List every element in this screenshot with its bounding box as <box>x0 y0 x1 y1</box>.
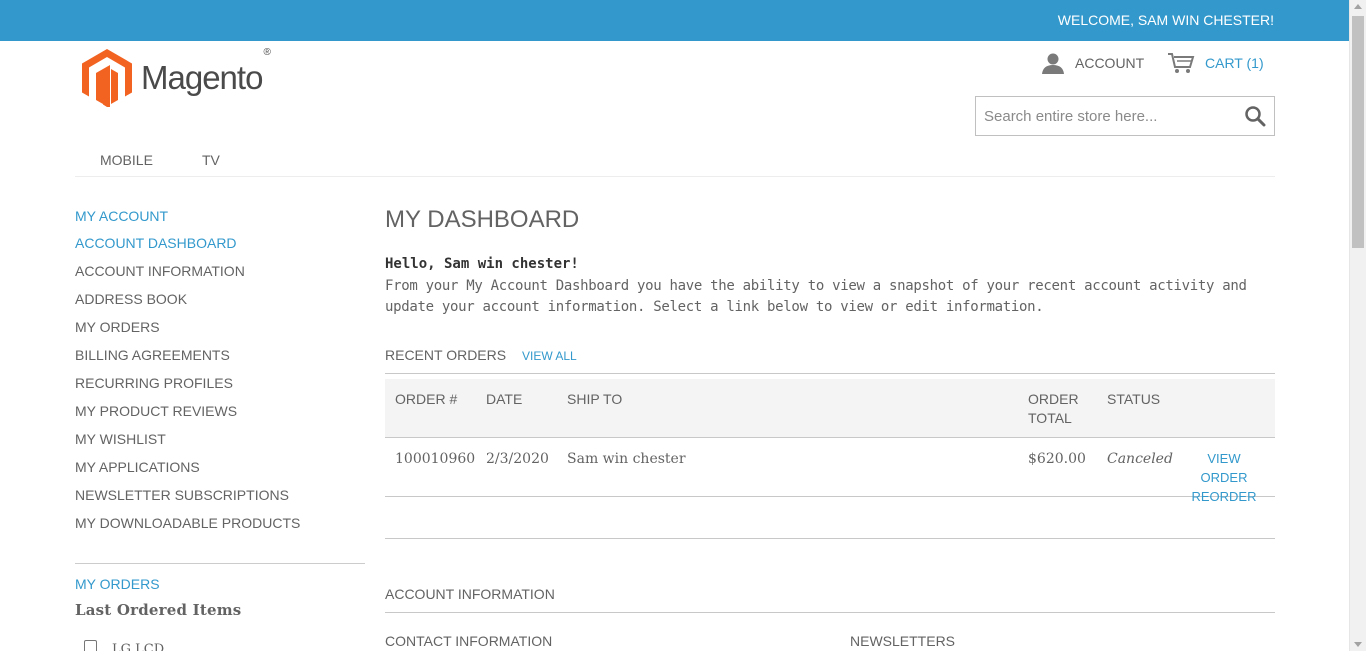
sidebar-item-wishlist[interactable]: MY WISHLIST <box>75 431 365 459</box>
account-sidebar: MY ACCOUNT ACCOUNT DASHBOARD ACCOUNT INF… <box>75 208 365 543</box>
view-all-orders-link[interactable]: VIEW ALL <box>522 349 577 363</box>
sidebar-title: MY ACCOUNT <box>75 208 169 224</box>
page-scrollbar[interactable] <box>1349 0 1366 651</box>
cart-label: CART (1) <box>1205 55 1264 71</box>
cart-link[interactable]: CART (1) <box>1167 52 1264 74</box>
page-title: MY DASHBOARD <box>385 206 580 233</box>
scroll-up-arrow-icon[interactable] <box>1354 4 1362 9</box>
order-date: 2/3/2020 <box>486 451 549 467</box>
col-header-order-total: ORDER TOTAL <box>1028 391 1079 426</box>
last-ordered-item: LG LCD <box>84 636 164 651</box>
magento-logo-icon <box>82 49 132 107</box>
reorder-link[interactable]: REORDER <box>1191 489 1256 504</box>
sidebar-item-address-book[interactable]: ADDRESS BOOK <box>75 291 365 319</box>
user-icon <box>1042 53 1064 74</box>
sidebar-item-billing-agreements[interactable]: BILLING AGREEMENTS <box>75 347 365 375</box>
sidebar-item-newsletter-subscriptions[interactable]: NEWSLETTER SUBSCRIPTIONS <box>75 487 365 515</box>
col-header-ship-to: SHIP TO <box>567 391 623 407</box>
sidebar-item-account-dashboard[interactable]: ACCOUNT DASHBOARD <box>75 235 365 263</box>
sidebar-item-product-reviews[interactable]: MY PRODUCT REVIEWS <box>75 403 365 431</box>
last-ordered-title: Last Ordered Items <box>75 601 242 619</box>
account-link[interactable]: ACCOUNT <box>1041 52 1144 74</box>
order-status: Canceled <box>1107 451 1173 467</box>
table-row: 100010960 2/3/2020 Sam win chester $620.… <box>385 438 1275 504</box>
sidebar-item-downloadable-products[interactable]: MY DOWNLOADABLE PRODUCTS <box>75 515 365 543</box>
contact-information-title: CONTACT INFORMATION <box>385 633 553 649</box>
logo-wordmark: Magento® <box>141 47 271 96</box>
last-ordered-item-name[interactable]: LG LCD <box>112 642 164 651</box>
sidebar-item-my-orders[interactable]: MY ORDERS <box>75 319 365 347</box>
sidebar-menu: ACCOUNT DASHBOARD ACCOUNT INFORMATION AD… <box>75 235 365 543</box>
col-header-date: DATE <box>486 391 523 407</box>
order-total: $620.00 <box>1028 451 1086 467</box>
search-input[interactable] <box>976 97 1231 135</box>
scroll-down-arrow-icon[interactable] <box>1354 642 1362 647</box>
last-ordered-item-checkbox[interactable] <box>84 640 97 651</box>
scroll-thumb[interactable] <box>1352 16 1364 248</box>
col-header-order: ORDER # <box>395 391 458 407</box>
welcome-message: WELCOME, SAM WIN CHESTER! <box>1057 12 1274 28</box>
cart-icon <box>1168 53 1195 73</box>
order-number: 100010960 <box>395 451 476 467</box>
sidebar-orders-title: MY ORDERS <box>75 576 160 592</box>
main-navigation: MOBILE TV <box>75 150 1275 177</box>
table-header-row: ORDER # DATE SHIP TO ORDER TOTAL STATUS <box>385 379 1275 438</box>
newsletters-title: NEWSLETTERS <box>850 633 956 649</box>
section-divider <box>385 538 1275 539</box>
nav-item-tv[interactable]: TV <box>202 152 220 168</box>
recent-orders-header: RECENT ORDERS VIEW ALL <box>385 347 1275 374</box>
store-logo[interactable]: Magento® <box>82 47 271 107</box>
recent-orders-title: RECENT ORDERS <box>385 347 507 363</box>
sidebar-divider <box>75 563 365 564</box>
recent-orders-table: ORDER # DATE SHIP TO ORDER TOTAL STATUS … <box>385 379 1275 504</box>
sidebar-item-account-information[interactable]: ACCOUNT INFORMATION <box>75 263 365 291</box>
sidebar-item-applications[interactable]: MY APPLICATIONS <box>75 459 365 487</box>
order-actions: VIEW ORDER REORDER <box>1184 449 1264 506</box>
account-information-title: ACCOUNT INFORMATION <box>385 586 1275 613</box>
col-header-status: STATUS <box>1107 391 1161 407</box>
sidebar-my-orders-block: MY ORDERS Last Ordered Items <box>75 576 241 619</box>
account-label: ACCOUNT <box>1075 55 1145 71</box>
sidebar-item-recurring-profiles[interactable]: RECURRING PROFILES <box>75 375 365 403</box>
search-icon[interactable] <box>1244 105 1266 127</box>
greeting: Hello, Sam win chester! <box>385 256 579 272</box>
top-welcome-bar: WELCOME, SAM WIN CHESTER! <box>0 0 1349 41</box>
dashboard-intro: From your My Account Dashboard you have … <box>385 278 1247 315</box>
nav-item-mobile[interactable]: MOBILE <box>100 152 153 168</box>
dashboard-main: MY DASHBOARD Hello, Sam win chester! Fro… <box>385 206 1275 649</box>
search-box <box>975 96 1275 136</box>
view-order-link[interactable]: VIEW ORDER <box>1201 451 1248 485</box>
order-ship-to: Sam win chester <box>567 451 686 467</box>
